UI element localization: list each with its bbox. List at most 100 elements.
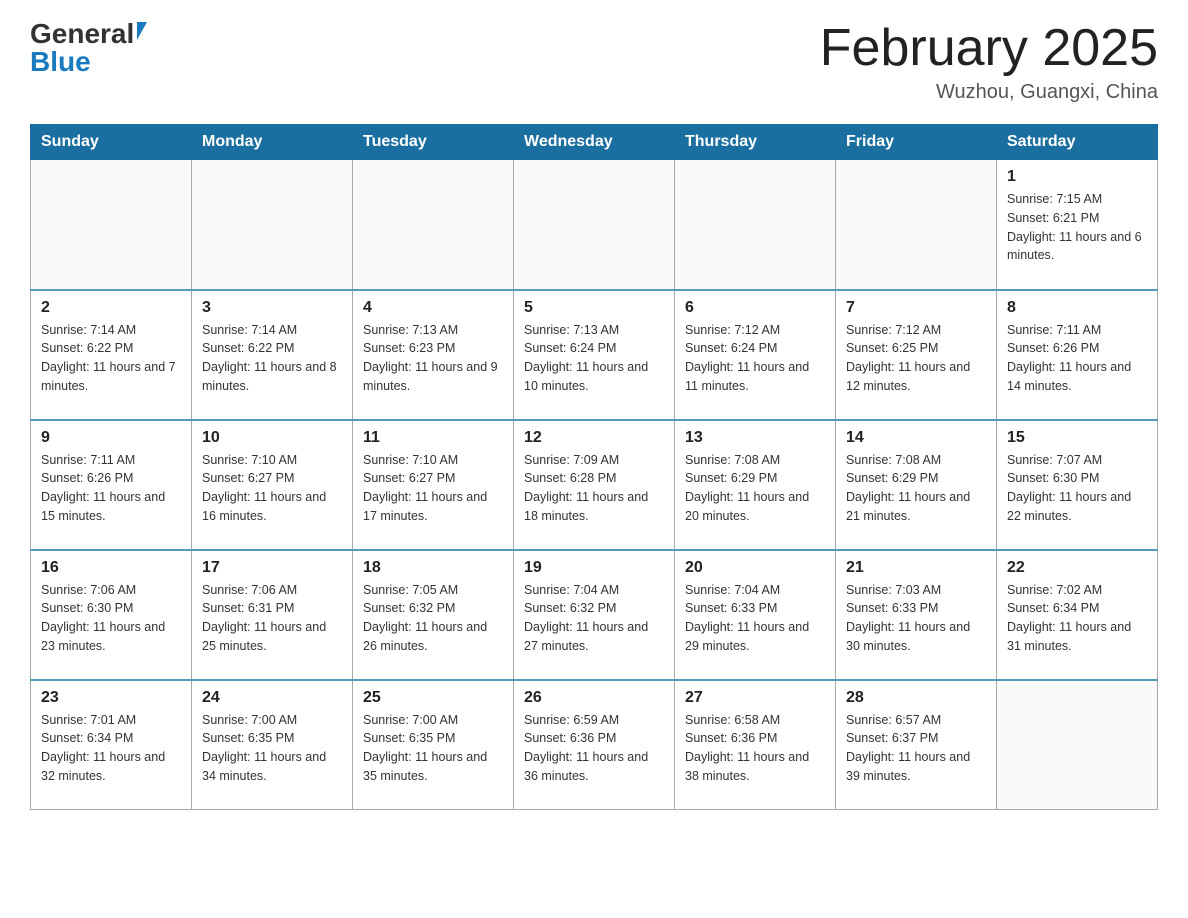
day-number: 23	[41, 689, 181, 707]
calendar-cell: 14 Sunrise: 7:08 AMSunset: 6:29 PMDayligh…	[836, 420, 997, 550]
day-info: Sunrise: 7:13 AMSunset: 6:24 PMDaylight:…	[524, 321, 664, 396]
month-title: February 2025	[820, 20, 1158, 77]
weekday-header-friday: Friday	[836, 125, 997, 160]
calendar-cell: 19 Sunrise: 7:04 AMSunset: 6:32 PMDayligh…	[514, 550, 675, 680]
calendar-cell: 9 Sunrise: 7:11 AMSunset: 6:26 PMDaylight…	[31, 420, 192, 550]
calendar-cell: 28 Sunrise: 6:57 AMSunset: 6:37 PMDayligh…	[836, 680, 997, 810]
calendar-cell: 21 Sunrise: 7:03 AMSunset: 6:33 PMDayligh…	[836, 550, 997, 680]
calendar-week-row: 2 Sunrise: 7:14 AMSunset: 6:22 PMDaylight…	[31, 290, 1158, 420]
day-number: 8	[1007, 299, 1147, 317]
calendar-cell: 1Sunrise: 7:15 AMSunset: 6:21 PMDaylight…	[997, 160, 1158, 290]
day-number: 7	[846, 299, 986, 317]
calendar-cell: 3 Sunrise: 7:14 AMSunset: 6:22 PMDaylight…	[192, 290, 353, 420]
calendar-cell: 22 Sunrise: 7:02 AMSunset: 6:34 PMDayligh…	[997, 550, 1158, 680]
weekday-header-monday: Monday	[192, 125, 353, 160]
weekday-header-tuesday: Tuesday	[353, 125, 514, 160]
calendar-cell: 25 Sunrise: 7:00 AMSunset: 6:35 PMDayligh…	[353, 680, 514, 810]
calendar-cell: 2 Sunrise: 7:14 AMSunset: 6:22 PMDaylight…	[31, 290, 192, 420]
day-info: Sunrise: 7:01 AMSunset: 6:34 PMDaylight:…	[41, 711, 181, 786]
calendar-cell: 13Sunrise: 7:08 AMSunset: 6:29 PMDayligh…	[675, 420, 836, 550]
day-info: Sunrise: 7:12 AMSunset: 6:25 PMDaylight:…	[846, 321, 986, 396]
day-number: 28	[846, 689, 986, 707]
day-number: 25	[363, 689, 503, 707]
calendar-cell: 8 Sunrise: 7:11 AMSunset: 6:26 PMDaylight…	[997, 290, 1158, 420]
weekday-header-row: SundayMondayTuesdayWednesdayThursdayFrid…	[31, 125, 1158, 160]
day-info: Sunrise: 7:12 AMSunset: 6:24 PMDaylight:…	[685, 321, 825, 396]
day-info: Sunrise: 6:58 AMSunset: 6:36 PMDaylight:…	[685, 711, 825, 786]
day-info: Sunrise: 7:04 AMSunset: 6:32 PMDaylight:…	[524, 581, 664, 656]
day-number: 13	[685, 429, 825, 447]
day-number: 20	[685, 559, 825, 577]
day-number: 12	[524, 429, 664, 447]
calendar-table: SundayMondayTuesdayWednesdayThursdayFrid…	[30, 124, 1158, 810]
calendar-cell: 27 Sunrise: 6:58 AMSunset: 6:36 PMDayligh…	[675, 680, 836, 810]
day-number: 4	[363, 299, 503, 317]
calendar-cell: 11 Sunrise: 7:10 AMSunset: 6:27 PMDayligh…	[353, 420, 514, 550]
weekday-header-sunday: Sunday	[31, 125, 192, 160]
day-info: Sunrise: 6:59 AMSunset: 6:36 PMDaylight:…	[524, 711, 664, 786]
day-info: Sunrise: 7:07 AMSunset: 6:30 PMDaylight:…	[1007, 451, 1147, 526]
day-info: Sunrise: 7:00 AMSunset: 6:35 PMDaylight:…	[202, 711, 342, 786]
day-number: 19	[524, 559, 664, 577]
day-number: 9	[41, 429, 181, 447]
day-number: 15	[1007, 429, 1147, 447]
day-info: Sunrise: 7:13 AMSunset: 6:23 PMDaylight:…	[363, 321, 503, 396]
calendar-cell	[675, 160, 836, 290]
day-info: Sunrise: 7:06 AMSunset: 6:30 PMDaylight:…	[41, 581, 181, 656]
calendar-cell: 24 Sunrise: 7:00 AMSunset: 6:35 PMDayligh…	[192, 680, 353, 810]
calendar-cell: 20 Sunrise: 7:04 AMSunset: 6:33 PMDayligh…	[675, 550, 836, 680]
day-info: Sunrise: 7:08 AMSunset: 6:29 PMDaylight:…	[846, 451, 986, 526]
calendar-cell: 4 Sunrise: 7:13 AMSunset: 6:23 PMDaylight…	[353, 290, 514, 420]
calendar-week-row: 9 Sunrise: 7:11 AMSunset: 6:26 PMDaylight…	[31, 420, 1158, 550]
calendar-cell: 6Sunrise: 7:12 AMSunset: 6:24 PMDaylight…	[675, 290, 836, 420]
calendar-cell	[192, 160, 353, 290]
calendar-cell: 12 Sunrise: 7:09 AMSunset: 6:28 PMDayligh…	[514, 420, 675, 550]
day-info: Sunrise: 7:06 AMSunset: 6:31 PMDaylight:…	[202, 581, 342, 656]
day-info: Sunrise: 7:14 AMSunset: 6:22 PMDaylight:…	[41, 321, 181, 396]
day-number: 11	[363, 429, 503, 447]
day-info: Sunrise: 7:14 AMSunset: 6:22 PMDaylight:…	[202, 321, 342, 396]
logo-triangle-icon	[137, 22, 147, 40]
day-info: Sunrise: 7:11 AMSunset: 6:26 PMDaylight:…	[41, 451, 181, 526]
day-number: 27	[685, 689, 825, 707]
logo-general-text: General	[30, 20, 134, 48]
day-info: Sunrise: 7:10 AMSunset: 6:27 PMDaylight:…	[363, 451, 503, 526]
calendar-cell	[514, 160, 675, 290]
weekday-header-saturday: Saturday	[997, 125, 1158, 160]
calendar-cell: 10 Sunrise: 7:10 AMSunset: 6:27 PMDayligh…	[192, 420, 353, 550]
day-number: 3	[202, 299, 342, 317]
day-number: 1	[1007, 168, 1147, 186]
calendar-cell	[997, 680, 1158, 810]
day-number: 17	[202, 559, 342, 577]
calendar-week-row: 16 Sunrise: 7:06 AMSunset: 6:30 PMDayligh…	[31, 550, 1158, 680]
weekday-header-thursday: Thursday	[675, 125, 836, 160]
logo-blue-text: Blue	[30, 48, 91, 76]
calendar-cell: 18 Sunrise: 7:05 AMSunset: 6:32 PMDayligh…	[353, 550, 514, 680]
day-info: Sunrise: 7:10 AMSunset: 6:27 PMDaylight:…	[202, 451, 342, 526]
page-header: General Blue February 2025 Wuzhou, Guang…	[30, 20, 1158, 104]
day-info: Sunrise: 6:57 AMSunset: 6:37 PMDaylight:…	[846, 711, 986, 786]
day-info: Sunrise: 7:09 AMSunset: 6:28 PMDaylight:…	[524, 451, 664, 526]
day-number: 21	[846, 559, 986, 577]
day-number: 5	[524, 299, 664, 317]
day-info: Sunrise: 7:04 AMSunset: 6:33 PMDaylight:…	[685, 581, 825, 656]
day-number: 18	[363, 559, 503, 577]
day-number: 10	[202, 429, 342, 447]
calendar-cell: 15 Sunrise: 7:07 AMSunset: 6:30 PMDayligh…	[997, 420, 1158, 550]
day-info: Sunrise: 7:00 AMSunset: 6:35 PMDaylight:…	[363, 711, 503, 786]
day-info: Sunrise: 7:02 AMSunset: 6:34 PMDaylight:…	[1007, 581, 1147, 656]
logo: General Blue	[30, 20, 147, 76]
calendar-cell: 26 Sunrise: 6:59 AMSunset: 6:36 PMDayligh…	[514, 680, 675, 810]
day-info: Sunrise: 7:11 AMSunset: 6:26 PMDaylight:…	[1007, 321, 1147, 396]
day-number: 2	[41, 299, 181, 317]
calendar-cell: 5 Sunrise: 7:13 AMSunset: 6:24 PMDaylight…	[514, 290, 675, 420]
calendar-week-row: 1Sunrise: 7:15 AMSunset: 6:21 PMDaylight…	[31, 160, 1158, 290]
day-number: 24	[202, 689, 342, 707]
day-info: Sunrise: 7:03 AMSunset: 6:33 PMDaylight:…	[846, 581, 986, 656]
day-info: Sunrise: 7:05 AMSunset: 6:32 PMDaylight:…	[363, 581, 503, 656]
day-number: 26	[524, 689, 664, 707]
calendar-week-row: 23 Sunrise: 7:01 AMSunset: 6:34 PMDayligh…	[31, 680, 1158, 810]
day-number: 14	[846, 429, 986, 447]
day-number: 22	[1007, 559, 1147, 577]
day-number: 16	[41, 559, 181, 577]
